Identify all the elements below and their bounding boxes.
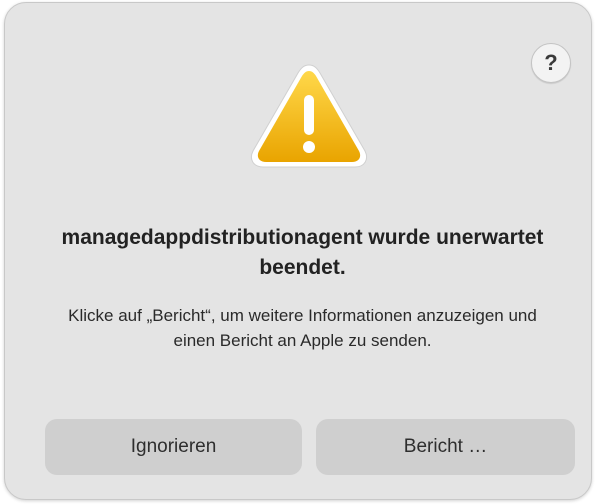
help-button[interactable]: ? bbox=[531, 43, 571, 83]
ignore-button[interactable]: Ignorieren bbox=[45, 419, 302, 475]
warning-icon bbox=[250, 64, 368, 168]
alert-message: Klicke auf „Bericht“, um weitere Informa… bbox=[68, 306, 537, 350]
alert-title: managedappdistributionagent wurde unerwa… bbox=[61, 226, 544, 279]
alert-dialog: ? managedappdistributionagent wurde uner… bbox=[4, 2, 592, 500]
ignore-button-label: Ignorieren bbox=[130, 436, 217, 457]
help-icon: ? bbox=[544, 50, 558, 75]
report-button[interactable]: Bericht … bbox=[316, 419, 575, 475]
report-button-label: Bericht … bbox=[403, 436, 488, 457]
